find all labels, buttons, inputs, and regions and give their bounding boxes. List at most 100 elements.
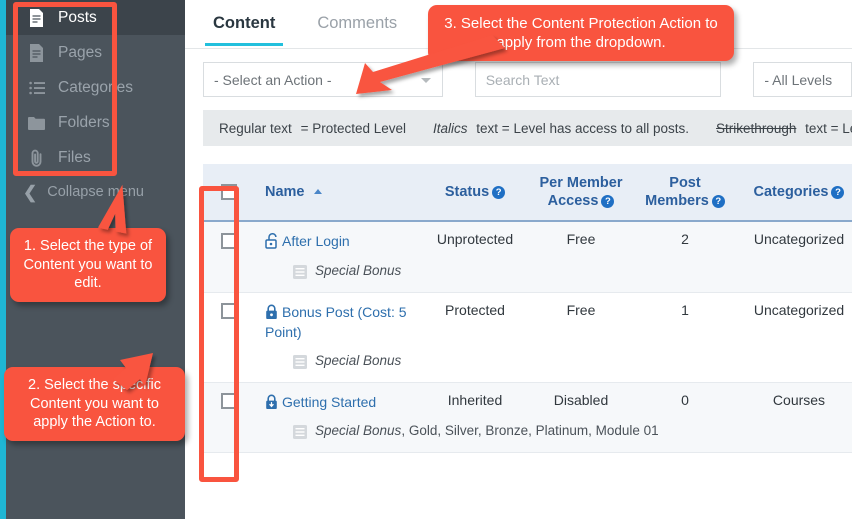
row-access: Free (527, 221, 635, 261)
subrow-levels-text: Special Bonus (315, 353, 401, 368)
column-header-status-label: Status (444, 184, 490, 201)
list-icon (28, 78, 45, 97)
help-icon[interactable]: ? (492, 186, 506, 200)
row-categories: Uncategorized (753, 301, 845, 318)
search-placeholder: Search Text (485, 71, 560, 88)
column-header-name[interactable]: Name (255, 164, 423, 223)
collapse-menu-label: Collapse menu (47, 184, 144, 200)
table-body: After Login Unprotected Free 2 Uncategor… (203, 221, 852, 454)
row-access: Free (566, 301, 596, 318)
table-header: Name Status? Per Member Access? Post Mem… (203, 164, 852, 223)
subrow-levels-cell: Special Bonus (255, 351, 852, 384)
subrow-levels-text: Special Bonus, Gold, Silver, Bronze, Pla… (315, 423, 659, 438)
legend-italic-desc: text = Level has access to all posts. (476, 120, 690, 136)
search-input[interactable]: Search Text (474, 62, 722, 97)
row-post-members: 1 (681, 301, 689, 318)
subrow-levels-cell: Special Bonus (255, 260, 852, 293)
table-subrow: Special Bonus (203, 351, 852, 384)
lock-icon (265, 304, 280, 320)
levels-italic: Special Bonus (315, 423, 402, 439)
sidebar-item-folders[interactable]: Folders (6, 105, 185, 140)
paperclip-icon (28, 148, 45, 167)
tab-label: Comments (317, 14, 398, 32)
help-icon[interactable]: ? (831, 186, 845, 200)
table-row[interactable]: After Login Unprotected Free 2 Uncategor… (203, 221, 852, 261)
subrow-spacer (203, 260, 255, 293)
row-status: Inherited (423, 382, 527, 422)
column-header-name-label: Name (265, 184, 305, 201)
help-icon[interactable]: ? (601, 195, 615, 209)
row-post-members: 0 (635, 382, 735, 422)
sidebar-item-categories[interactable]: Categories (6, 70, 185, 105)
content-table: Name Status? Per Member Access? Post Mem… (203, 164, 852, 454)
legend-strike-sample: Strikethrough (716, 120, 797, 136)
sidebar-item-posts[interactable]: Posts (6, 0, 185, 35)
legend-strike-desc: text = Level added but pos (805, 120, 852, 136)
table-row[interactable]: Bonus Post (Cost: 5 Point) Protected Fre… (203, 292, 852, 351)
row-categories: Uncategorized (735, 221, 852, 261)
row-name-cell: After Login (255, 221, 423, 261)
levels-list-icon (293, 355, 307, 372)
levels-italic: Special Bonus (315, 262, 402, 278)
row-status: Unprotected (423, 221, 527, 261)
row-name-link[interactable]: After Login (282, 233, 350, 249)
row-checkbox-cell (203, 292, 255, 351)
table-header-row: Name Status? Per Member Access? Post Mem… (203, 164, 852, 223)
app-root: Posts Pages Categories Folders Files ❮ C… (0, 0, 852, 519)
column-header-categories-label: Categories (753, 184, 829, 201)
subrow-levels-cell: Special Bonus, Gold, Silver, Bronze, Pla… (255, 421, 852, 454)
sort-ascending-icon (313, 189, 322, 195)
sidebar-item-label: Posts (58, 8, 97, 26)
help-icon[interactable]: ? (711, 195, 725, 209)
levels-select[interactable]: - All Levels (753, 62, 852, 97)
collapse-menu-button[interactable]: ❮ Collapse menu (6, 175, 185, 209)
row-checkbox-cell (203, 221, 255, 261)
column-header-categories: Categories? (735, 164, 852, 223)
column-header-status: Status? (423, 164, 527, 223)
sidebar-item-pages[interactable]: Pages (6, 35, 185, 70)
action-select-value: - Select an Action - (214, 71, 332, 88)
subrow-spacer (203, 421, 255, 454)
table-subrow: Special Bonus (203, 260, 852, 293)
table-subrow: Special Bonus, Gold, Silver, Bronze, Pla… (203, 421, 852, 454)
column-header-access: Per Member Access? (527, 164, 635, 223)
tab-content[interactable]: Content (205, 0, 284, 46)
column-header-post-members-label: Post Members (645, 175, 709, 210)
row-post-members: 2 (635, 221, 735, 261)
row-name-link[interactable]: Bonus Post (Cost: 5 Point) (265, 304, 407, 340)
legend-italic-sample: Italics (433, 120, 468, 136)
inherited-lock-icon (265, 394, 280, 410)
column-header-post-members: Post Members? (635, 164, 735, 223)
row-checkbox[interactable] (221, 393, 237, 410)
row-name-link[interactable]: Getting Started (282, 394, 376, 410)
row-checkbox[interactable] (221, 232, 237, 249)
row-access: Disabled (527, 382, 635, 422)
sidebar-item-files[interactable]: Files (6, 140, 185, 175)
legend-regular-desc: = Protected Level (300, 120, 407, 136)
callout-step-1: 1. Select the type of Content you want t… (10, 228, 166, 302)
levels-select-value: - All Levels (764, 71, 833, 88)
action-select[interactable]: - Select an Action - (203, 62, 443, 97)
tab-comments[interactable]: Comments (309, 0, 405, 45)
row-checkbox[interactable] (221, 302, 237, 319)
callout-step-2: 2. Select the specific Content you want … (4, 367, 185, 441)
callout-step-3: 3. Select the Content Protection Action … (428, 5, 734, 62)
subrow-spacer (203, 351, 255, 384)
document-icon (28, 8, 45, 27)
table-row[interactable]: Getting Started Inherited Disabled 0 Cou… (203, 382, 852, 422)
main-panel: Content Comments - Select an Action - Se… (185, 0, 852, 519)
levels-list-icon (293, 425, 307, 442)
subrow-levels-text: Special Bonus (315, 263, 401, 278)
levels-italic: Special Bonus (315, 353, 402, 369)
folder-icon (28, 113, 45, 132)
sidebar-item-label: Pages (58, 43, 102, 61)
row-checkbox-cell (203, 382, 255, 422)
row-name-cell: Getting Started (255, 382, 423, 422)
select-all-checkbox[interactable] (221, 184, 237, 201)
row-status: Protected (445, 301, 505, 318)
unlock-icon (265, 233, 280, 249)
row-name-cell: Bonus Post (Cost: 5 Point) (255, 292, 423, 351)
select-all-header (203, 164, 255, 223)
legend-regular-sample: Regular text (219, 120, 292, 136)
document-icon (28, 43, 45, 62)
